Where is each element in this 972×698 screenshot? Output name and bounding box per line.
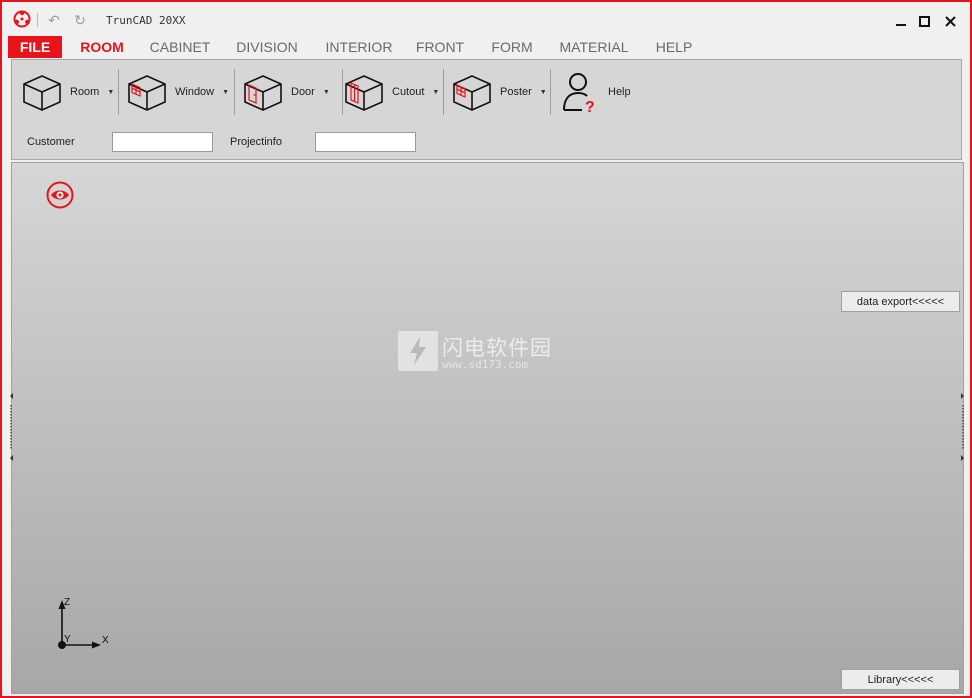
menu-help[interactable]: HELP — [650, 36, 698, 58]
data-export-button[interactable]: data export<<<<< — [841, 291, 960, 312]
eye-icon[interactable] — [46, 181, 74, 209]
maximize-icon — [918, 15, 930, 27]
room-label: Room — [70, 86, 100, 98]
menu-material[interactable]: MATERIAL — [556, 36, 632, 58]
poster-icon — [453, 75, 491, 111]
projectinfo-label: Projectinfo — [230, 136, 282, 148]
menu-file[interactable]: FILE — [8, 36, 62, 58]
right-splitter-handle[interactable] — [961, 393, 965, 463]
door-dropdown-icon[interactable]: ▼ — [323, 89, 330, 96]
room-dropdown-icon[interactable]: ▼ — [107, 89, 114, 96]
help-icon: ? — [563, 73, 595, 114]
cutout-dropdown-icon[interactable]: ▼ — [432, 89, 439, 96]
projectinfo-input[interactable] — [315, 132, 416, 152]
help-label: Help — [608, 86, 631, 98]
truncad-logo-icon[interactable] — [12, 9, 32, 29]
ribbon-separator — [550, 69, 551, 115]
poster-dropdown-icon[interactable]: ▼ — [540, 89, 547, 96]
menu-cabinet[interactable]: CABINET — [146, 36, 214, 58]
title-separator — [37, 13, 38, 27]
poster-button[interactable]: Poster ▼ — [450, 67, 547, 117]
minimize-icon — [896, 24, 906, 26]
maximize-button[interactable] — [913, 11, 935, 31]
menu-division[interactable]: DIVISION — [230, 36, 304, 58]
3d-viewport[interactable]: data export<<<<< Library<<<<< 闪电软件园 www.… — [9, 162, 965, 694]
lightning-logo-icon — [398, 331, 438, 371]
close-icon — [944, 15, 956, 27]
window-dropdown-icon[interactable]: ▼ — [222, 89, 229, 96]
undo-icon[interactable]: ↶ — [46, 12, 62, 28]
axis-z-label: Z — [64, 597, 70, 608]
left-splitter-handle[interactable] — [9, 393, 13, 463]
customer-input[interactable] — [112, 132, 213, 152]
room-button[interactable]: Room ▼ — [20, 67, 114, 117]
cutout-icon — [345, 75, 383, 111]
cutout-label: Cutout — [392, 86, 425, 98]
title-bar: ↶ ↻ TrunCAD 20XX — [2, 2, 970, 36]
axis-x-label: X — [102, 635, 109, 646]
door-icon — [244, 75, 282, 111]
ribbon-separator — [118, 69, 119, 115]
close-button[interactable] — [939, 11, 961, 31]
menu-room[interactable]: ROOM — [74, 36, 130, 58]
customer-label: Customer — [27, 136, 75, 148]
menu-form[interactable]: FORM — [486, 36, 538, 58]
room-icon — [23, 75, 61, 111]
svg-text:?: ? — [585, 99, 595, 114]
axis-indicator: Z Y X — [58, 597, 109, 649]
minimize-button[interactable] — [890, 11, 912, 31]
door-button[interactable]: Door ▼ — [241, 67, 330, 117]
watermark-url: www.sd173.com — [442, 358, 529, 371]
axis-y-label: Y — [64, 634, 71, 645]
help-button[interactable]: ? Help — [558, 67, 631, 117]
library-button[interactable]: Library<<<<< — [841, 669, 960, 690]
ribbon-panel: Room ▼ Window ▼ Door ▼ Cutout ▼ Poster ▼… — [11, 59, 962, 160]
cutout-button[interactable]: Cutout ▼ — [342, 67, 439, 117]
menu-interior[interactable]: INTERIOR — [322, 36, 396, 58]
window-label: Window — [175, 86, 215, 98]
poster-label: Poster — [500, 86, 532, 98]
redo-icon[interactable]: ↻ — [72, 12, 88, 28]
door-label: Door — [291, 86, 315, 98]
app-window: ↶ ↻ TrunCAD 20XX FILE ROOM CABINET DIVIS… — [0, 0, 972, 698]
menu-bar: FILE ROOM CABINET DIVISION INTERIOR FRON… — [2, 36, 970, 58]
ribbon-separator — [443, 69, 444, 115]
window-button[interactable]: Window ▼ — [125, 67, 229, 117]
ribbon-separator — [234, 69, 235, 115]
menu-front[interactable]: FRONT — [412, 36, 468, 58]
window-icon — [128, 75, 166, 111]
window-title: TrunCAD 20XX — [106, 14, 186, 27]
watermark: 闪电软件园 www.sd173.com — [398, 331, 578, 373]
